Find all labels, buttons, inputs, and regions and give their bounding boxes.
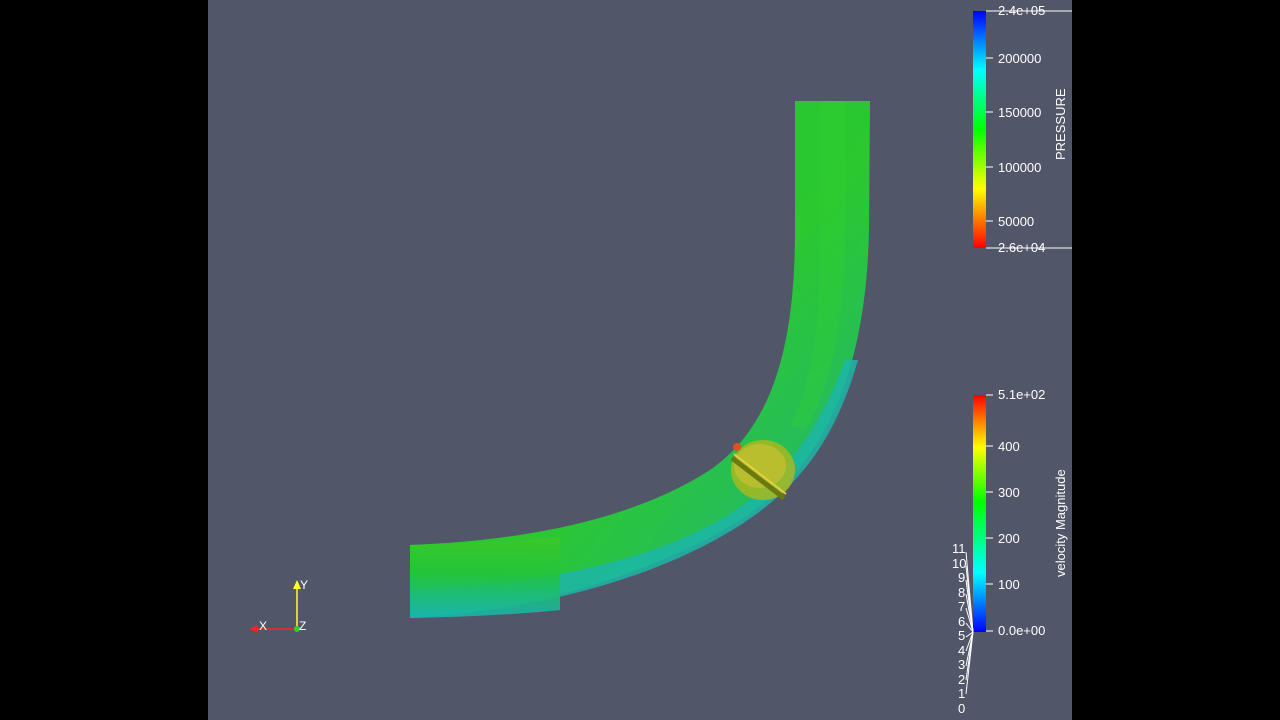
letterbox-right xyxy=(1072,0,1280,720)
index-label: 9 xyxy=(958,570,965,585)
pressure-max-label: 2.4e+05 xyxy=(998,3,1045,18)
index-label: 3 xyxy=(958,657,965,672)
velocity-max-label: 5.1e+02 xyxy=(998,387,1045,402)
y-axis-label: Y xyxy=(300,578,308,592)
x-axis-label: X xyxy=(259,619,267,633)
velocity-min-label: 0.0e+00 xyxy=(998,623,1045,638)
pressure-tick-label: 150000 xyxy=(998,105,1041,120)
index-label: 2 xyxy=(958,672,965,687)
pressure-legend-title: PRESSURE xyxy=(1053,88,1068,160)
index-label: 8 xyxy=(958,585,965,600)
velocity-colorbar xyxy=(973,395,986,632)
z-axis-label: Z xyxy=(299,619,306,633)
pressure-tick-label: 50000 xyxy=(998,214,1034,229)
velocity-tick-label: 400 xyxy=(998,439,1020,454)
pipe-horizontal-end xyxy=(410,537,560,618)
index-label: 1 xyxy=(958,686,965,701)
index-label: 11 xyxy=(952,541,966,556)
render-view[interactable]: 2.4e+05 200000 150000 100000 50000 2.6e+… xyxy=(0,0,1280,720)
index-label: 6 xyxy=(958,614,965,629)
pressure-min-label: 2.6e+04 xyxy=(998,240,1045,255)
velocity-legend-title: velocity Magnitude xyxy=(1053,469,1068,577)
index-label: 5 xyxy=(958,628,965,643)
letterbox-left xyxy=(0,0,208,720)
pressure-tick-label: 100000 xyxy=(998,160,1041,175)
index-label: 10 xyxy=(952,556,966,571)
velocity-tick-label: 200 xyxy=(998,531,1020,546)
index-label: 0 xyxy=(958,701,965,716)
pressure-tick-label: 200000 xyxy=(998,51,1041,66)
pressure-colorbar xyxy=(973,11,986,248)
viewport-background xyxy=(208,0,1072,720)
index-label: 4 xyxy=(958,643,965,658)
velocity-tick-label: 100 xyxy=(998,577,1020,592)
index-label: 7 xyxy=(958,599,965,614)
velocity-tick-label: 300 xyxy=(998,485,1020,500)
valve-disc xyxy=(730,440,795,500)
